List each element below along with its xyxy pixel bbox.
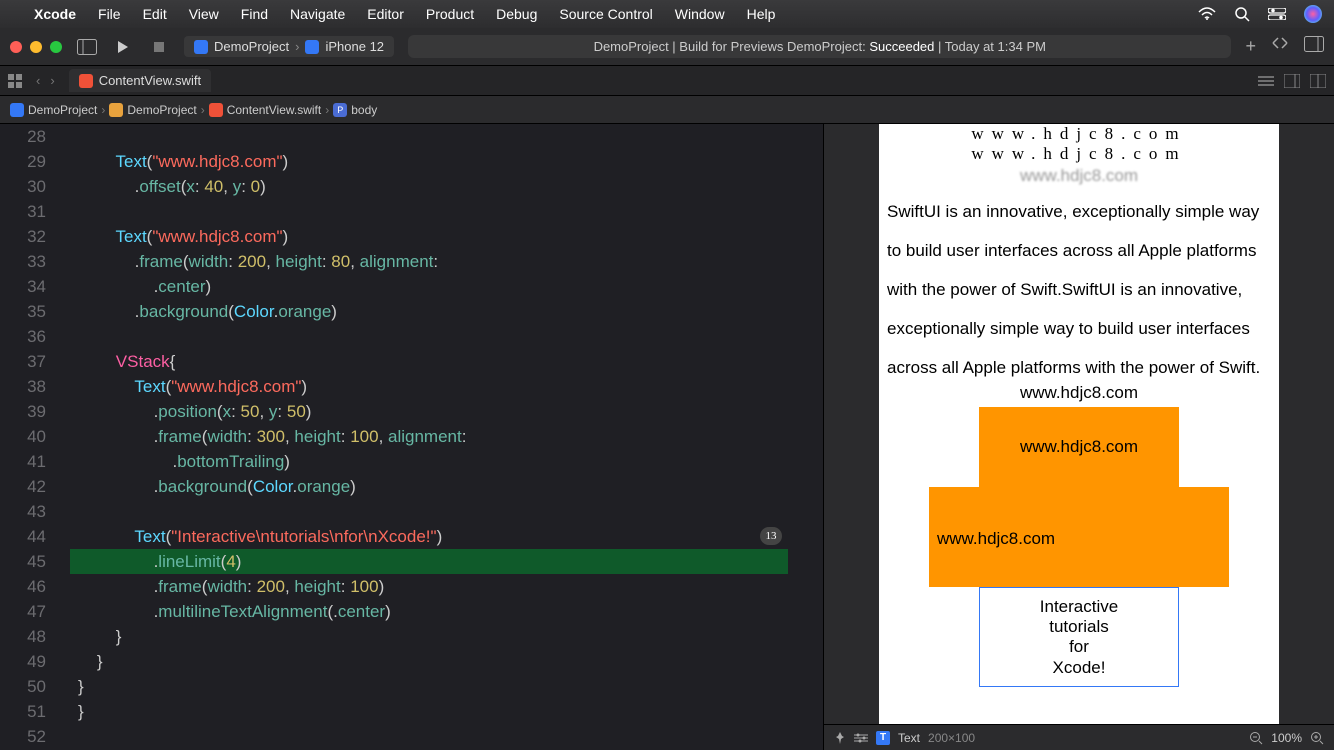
siri-icon[interactable] — [1304, 5, 1322, 23]
menu-editor[interactable]: Editor — [367, 6, 404, 22]
macos-menubar: Xcode File Edit View Find Navigate Edito… — [0, 0, 1334, 28]
menu-view[interactable]: View — [189, 6, 219, 22]
menu-window[interactable]: Window — [675, 6, 725, 22]
inspector-toggle-icon[interactable] — [1304, 36, 1324, 57]
menu-edit[interactable]: Edit — [143, 6, 167, 22]
preview-orange-label: www.hdjc8.com — [1020, 437, 1138, 457]
menu-find[interactable]: Find — [241, 6, 268, 22]
preview-settings-icon[interactable] — [854, 733, 868, 743]
minimap-icon[interactable] — [1284, 74, 1300, 88]
code-content[interactable]: Text("www.hdjc8.com") .offset(x: 40, y: … — [78, 124, 466, 749]
menu-debug[interactable]: Debug — [496, 6, 537, 22]
code-editor[interactable]: 13 2829303132333435363738394041424344454… — [0, 124, 823, 750]
preview-canvas[interactable]: www.hdjc8.com www.hdjc8.com www.hdjc8.co… — [879, 124, 1279, 724]
property-icon: P — [333, 103, 347, 117]
status-result: Succeeded — [869, 39, 934, 54]
tab-contentview[interactable]: ContentView.swift — [69, 69, 211, 92]
preview-orange-frame-2: www.hdjc8.com — [929, 487, 1229, 587]
folder-icon — [109, 103, 123, 117]
preview-panel: www.hdjc8.com www.hdjc8.com www.hdjc8.co… — [823, 124, 1334, 750]
adjust-editor-icon[interactable] — [1310, 74, 1326, 88]
project-icon — [10, 103, 24, 117]
chevron-right-icon: › — [101, 103, 105, 117]
menu-product[interactable]: Product — [426, 6, 474, 22]
pin-icon[interactable] — [834, 732, 846, 744]
editor-tab-bar: ‹ › ContentView.swift — [0, 66, 1334, 96]
preview-orange-label: www.hdjc8.com — [937, 529, 1055, 549]
breadcrumb-item[interactable]: DemoProject — [127, 103, 196, 117]
related-items-icon[interactable] — [8, 74, 22, 88]
zoom-level[interactable]: 100% — [1271, 731, 1302, 745]
stop-button[interactable] — [148, 36, 170, 58]
line-number-gutter: 2829303132333435363738394041424344454647… — [0, 124, 60, 749]
control-center-icon[interactable] — [1268, 8, 1286, 20]
preview-line: tutorials — [1049, 617, 1109, 637]
window-traffic-lights — [10, 41, 62, 53]
zoom-window-button[interactable] — [50, 41, 62, 53]
forward-button[interactable]: › — [46, 73, 58, 88]
code-review-icon[interactable] — [1270, 36, 1290, 57]
app-menu[interactable]: Xcode — [34, 6, 76, 22]
chevron-right-icon: › — [325, 103, 329, 117]
run-button[interactable] — [112, 36, 134, 58]
breadcrumb-item[interactable]: body — [351, 103, 377, 117]
zoom-in-icon[interactable] — [1310, 731, 1324, 745]
chevron-right-icon: › — [295, 39, 299, 54]
preview-text-blur: www.hdjc8.com — [887, 166, 1271, 186]
navigator-toggle-icon[interactable] — [76, 36, 98, 58]
preview-orange-frame-1: www.hdjc8.com — [979, 407, 1179, 487]
text-element-icon: T — [876, 731, 890, 745]
selected-element-label: Text — [898, 731, 920, 745]
zoom-out-icon[interactable] — [1249, 731, 1263, 745]
menu-file[interactable]: File — [98, 6, 121, 22]
breadcrumb-item[interactable]: DemoProject — [28, 103, 97, 117]
xcode-toolbar: DemoProject › iPhone 12 DemoProject | Bu… — [0, 28, 1334, 66]
chevron-right-icon: › — [201, 103, 205, 117]
preview-line: for — [1069, 637, 1089, 657]
library-add-icon[interactable]: + — [1245, 36, 1256, 57]
preview-line: Interactive — [1040, 597, 1118, 617]
jump-bar[interactable]: DemoProject › DemoProject › ContentView.… — [0, 96, 1334, 124]
preview-text-spaced: www.hdjc8.com — [887, 124, 1271, 144]
status-prefix: DemoProject | Build for Previews DemoPro… — [594, 39, 866, 54]
editor-options-icon[interactable] — [1258, 75, 1274, 87]
swift-file-icon — [79, 74, 93, 88]
minimize-window-button[interactable] — [30, 41, 42, 53]
menu-navigate[interactable]: Navigate — [290, 6, 345, 22]
status-time: | Today at 1:34 PM — [938, 39, 1046, 54]
preview-selected-text[interactable]: Interactive tutorials for Xcode! — [979, 587, 1179, 687]
wifi-icon[interactable] — [1198, 7, 1216, 21]
diagnostic-badge[interactable]: 13 — [760, 527, 782, 545]
scheme-project: DemoProject — [214, 39, 289, 54]
appstore-icon — [194, 40, 208, 54]
breadcrumb-item[interactable]: ContentView.swift — [227, 103, 322, 117]
swift-file-icon — [209, 103, 223, 117]
preview-bottom-bar: T Text 200×100 100% — [824, 724, 1334, 750]
scheme-selector[interactable]: DemoProject › iPhone 12 — [184, 36, 394, 57]
tab-label: ContentView.swift — [99, 73, 201, 88]
activity-status[interactable]: DemoProject | Build for Previews DemoPro… — [408, 35, 1231, 58]
spotlight-icon[interactable] — [1234, 6, 1250, 22]
device-icon — [305, 40, 319, 54]
selected-element-size: 200×100 — [928, 731, 975, 745]
preview-paragraph: SwiftUI is an innovative, exceptionally … — [887, 192, 1271, 387]
back-button[interactable]: ‹ — [32, 73, 44, 88]
menu-source-control[interactable]: Source Control — [559, 6, 652, 22]
preview-text-spaced: www.hdjc8.com — [887, 144, 1271, 164]
menu-help[interactable]: Help — [747, 6, 776, 22]
close-window-button[interactable] — [10, 41, 22, 53]
preview-line: Xcode! — [1053, 658, 1106, 678]
scheme-device: iPhone 12 — [325, 39, 384, 54]
